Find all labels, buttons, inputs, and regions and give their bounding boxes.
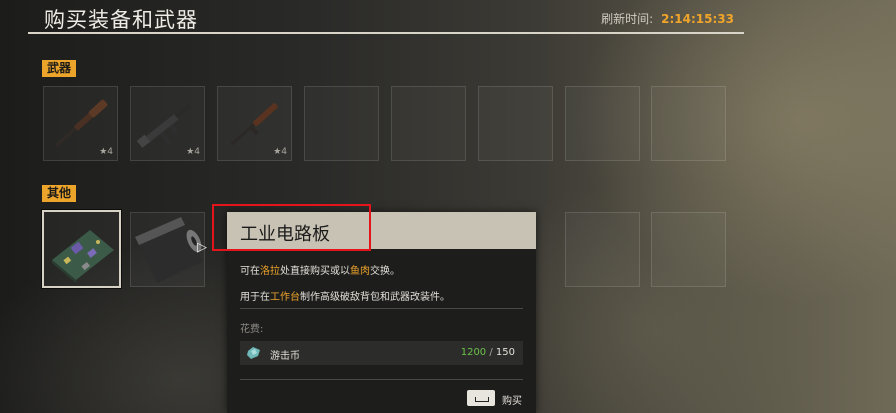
gem-coin-icon xyxy=(247,347,260,359)
spacebar-key-icon[interactable] xyxy=(467,390,495,406)
refresh-label: 刷新时间: xyxy=(601,12,654,26)
item-usage-text: 用于在工作台制作高级破敌背包和武器改装件。 xyxy=(240,288,450,303)
section-label-weapons: 武器 xyxy=(42,60,77,77)
section-label-others: 其他 xyxy=(42,185,77,202)
vendor-name: 洛拉 xyxy=(260,266,280,277)
cost-label: 花费: xyxy=(240,324,264,335)
page-title: 购买装备和武器 xyxy=(44,8,198,32)
divider xyxy=(240,308,523,309)
currency-separator: / xyxy=(486,347,496,358)
text-segment: 可在 xyxy=(240,266,260,277)
item-slot-circuit-board[interactable] xyxy=(42,210,121,288)
currency-owned: 1200 xyxy=(460,347,487,358)
currency-name: 游击币 xyxy=(270,351,300,362)
item-slot-metal-roll[interactable] xyxy=(130,212,205,287)
refresh-time: 2:14:15:33 xyxy=(661,12,734,26)
buy-button[interactable]: 购买 xyxy=(502,392,522,407)
weapon-slot-2[interactable]: ★4 xyxy=(130,86,205,161)
caret-right-icon: ▷ xyxy=(197,240,207,255)
item-source-text: 可在洛拉处直接购买或以鱼肉交换。 xyxy=(240,262,400,277)
workbench-name: 工作台 xyxy=(270,292,300,303)
empty-slot xyxy=(651,212,726,287)
trade-item-name: 鱼肉 xyxy=(350,266,370,277)
divider xyxy=(240,379,523,380)
metal-roll-icon xyxy=(135,217,203,283)
text-segment: 处直接购买或以 xyxy=(280,266,350,277)
text-segment: 交换。 xyxy=(370,266,400,277)
header-bar: 购买装备和武器 刷新时间: 2:14:15:33 xyxy=(28,0,744,34)
circuit-board-icon xyxy=(52,230,114,283)
highlight-box xyxy=(212,204,371,251)
cost-row: 游击币 1200 / 150 xyxy=(240,341,523,365)
empty-slot xyxy=(478,86,553,161)
currency-amount: 1200 / 150 xyxy=(461,347,515,358)
text-segment: 用于在 xyxy=(240,292,270,303)
rarity-stars: ★4 xyxy=(99,147,113,157)
weapon-slot-3[interactable]: ★4 xyxy=(217,86,292,161)
empty-slot xyxy=(565,212,640,287)
empty-slot xyxy=(391,86,466,161)
empty-slot xyxy=(304,86,379,161)
currency-required: 150 xyxy=(495,347,515,358)
weapon-slot-1[interactable]: ★4 xyxy=(43,86,118,161)
rarity-stars: ★4 xyxy=(273,147,287,157)
empty-slot xyxy=(565,86,640,161)
rarity-stars: ★4 xyxy=(186,147,200,157)
empty-slot xyxy=(651,86,726,161)
refresh-timer: 刷新时间: 2:14:15:33 xyxy=(601,10,734,27)
text-segment: 制作高级破敌背包和武器改装件。 xyxy=(300,292,450,303)
